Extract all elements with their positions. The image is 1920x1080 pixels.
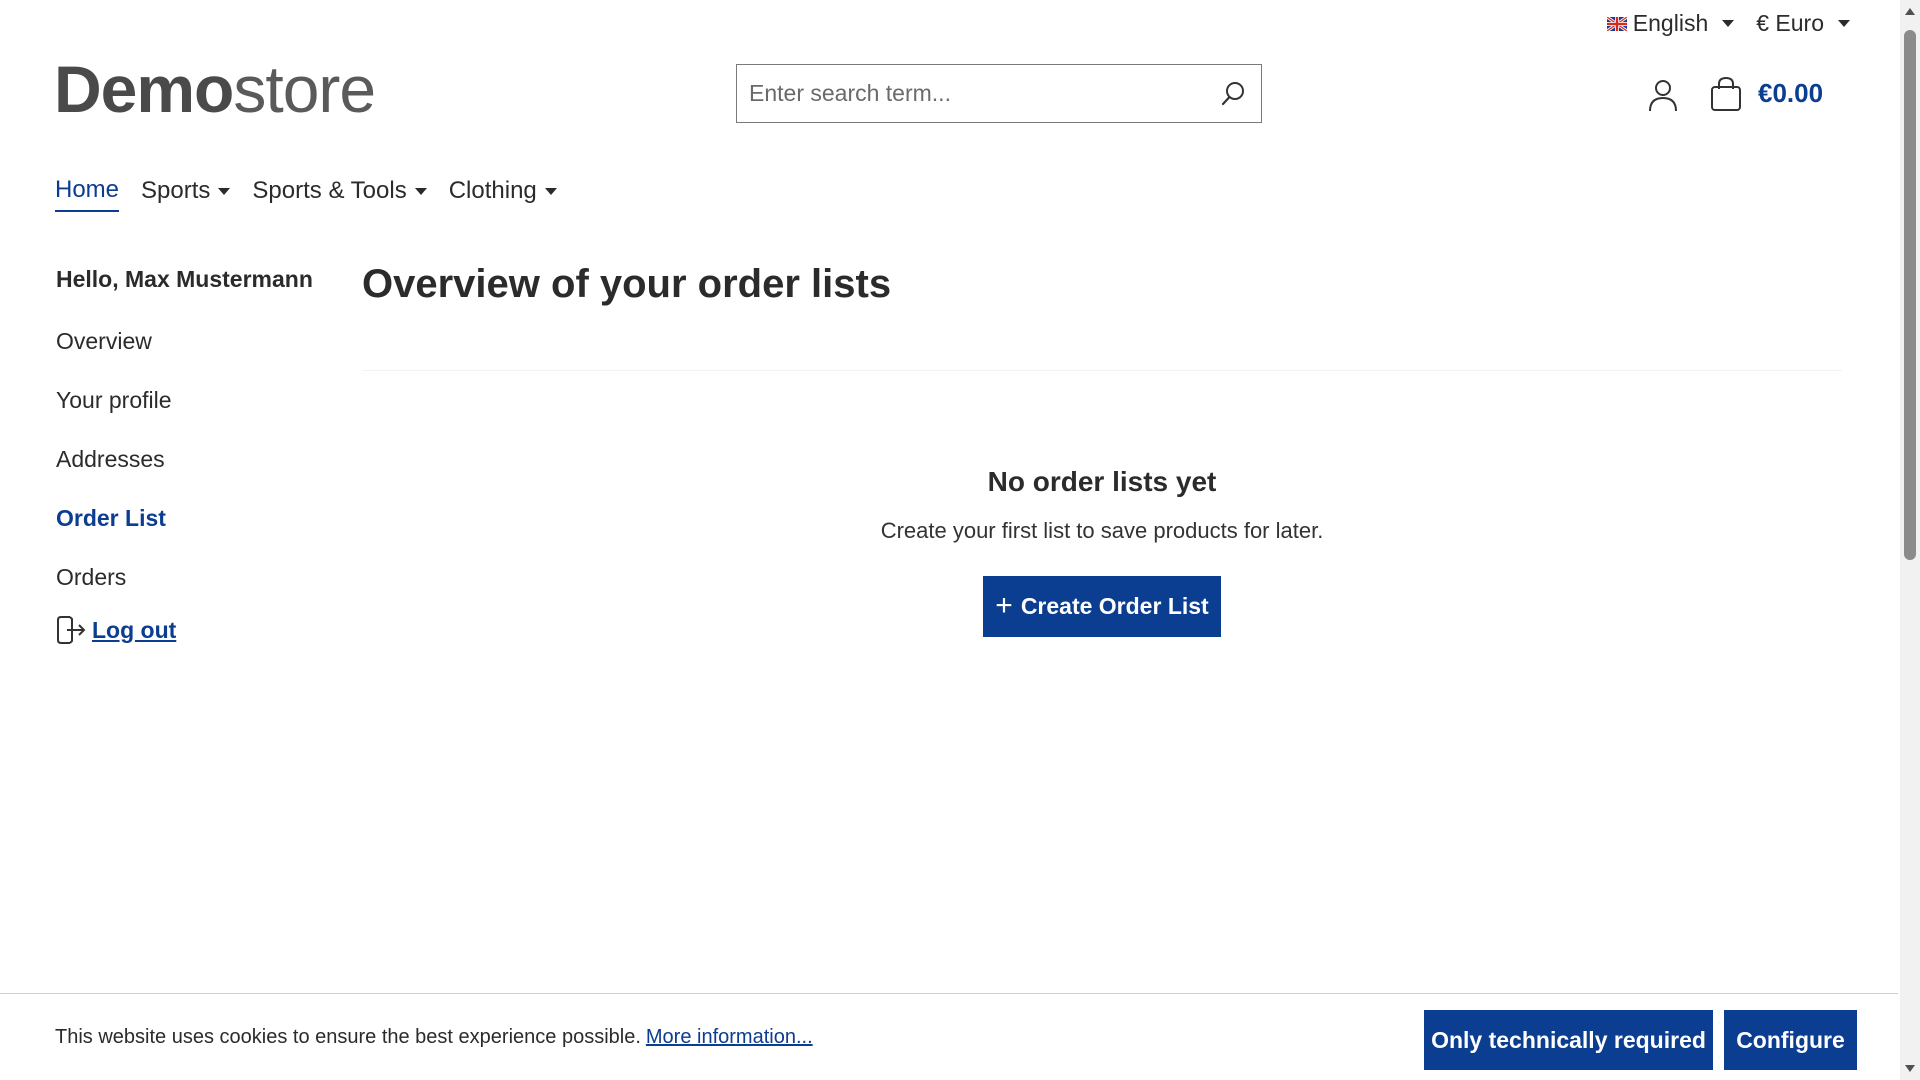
sidebar-item-profile[interactable]: Your profile — [56, 386, 316, 445]
store-logo[interactable]: Demostore — [54, 56, 376, 122]
search-input[interactable] — [737, 65, 1205, 122]
language-label: English — [1632, 10, 1709, 36]
chevron-down-icon — [218, 187, 231, 195]
plus-icon: + — [995, 588, 1013, 622]
chevron-down-icon — [544, 187, 557, 195]
nav-item-sports[interactable]: Sports — [141, 176, 231, 212]
sidebar-item-overview[interactable]: Overview — [56, 327, 316, 386]
search-icon — [1221, 81, 1244, 105]
chevron-down-icon — [1722, 20, 1735, 27]
main-navigation: Home Sports Sports & Tools Clothing — [55, 176, 557, 212]
chevron-down-icon — [414, 187, 427, 195]
nav-label: Home — [55, 176, 120, 203]
nav-label: Sports & Tools — [252, 177, 407, 204]
chevron-down-icon — [1838, 20, 1850, 27]
scroll-up-arrow-icon[interactable] — [1905, 8, 1915, 15]
search-form — [736, 64, 1262, 123]
logout-icon — [57, 616, 86, 644]
empty-state: No order lists yet Create your first lis… — [362, 466, 1842, 637]
search-button[interactable] — [1205, 65, 1261, 122]
account-icon[interactable] — [1648, 78, 1678, 112]
divider — [362, 370, 1842, 371]
nav-item-sports-tools[interactable]: Sports & Tools — [252, 176, 427, 212]
empty-state-text: Create your first list to save products … — [880, 518, 1324, 543]
sidebar-item-order-list[interactable]: Order List — [56, 504, 316, 563]
logo-light-text: store — [233, 52, 376, 126]
page-title: Overview of your order lists — [362, 262, 892, 306]
only-technically-required-button[interactable]: Only technically required — [1424, 1010, 1713, 1070]
nav-item-home[interactable]: Home — [55, 176, 120, 212]
logo-bold-text: Demo — [54, 52, 234, 126]
cookie-more-info-link[interactable]: More information... — [646, 1026, 813, 1048]
cookie-message: This website uses cookies to ensure the … — [55, 1026, 813, 1049]
cookie-message-text: This website uses cookies to ensure the … — [55, 1026, 641, 1048]
currency-label: € Euro — [1756, 10, 1824, 36]
nav-label: Sports — [141, 177, 211, 204]
create-order-list-button[interactable]: + Create Order List — [983, 576, 1221, 637]
sidebar-item-addresses[interactable]: Addresses — [56, 445, 316, 504]
currency-selector[interactable]: € Euro — [1756, 10, 1850, 37]
create-order-list-label: Create Order List — [1020, 593, 1209, 619]
account-greeting: Hello, Max Mustermann — [56, 266, 313, 292]
cart-total[interactable]: €0.00 — [1758, 78, 1823, 109]
uk-flag-icon — [1606, 16, 1627, 31]
cart-icon[interactable] — [1710, 76, 1742, 112]
configure-cookies-button[interactable]: Configure — [1724, 1010, 1857, 1070]
topbar: English € Euro — [1606, 10, 1850, 37]
scrollbar[interactable] — [1900, 0, 1920, 1080]
nav-label: Clothing — [448, 177, 537, 204]
nav-item-clothing[interactable]: Clothing — [449, 176, 557, 212]
scroll-down-arrow-icon[interactable] — [1905, 1065, 1915, 1072]
scrollbar-thumb[interactable] — [1904, 30, 1916, 560]
logout-label: Log out — [92, 616, 177, 643]
account-sidebar: Hello, Max Mustermann Overview Your prof… — [56, 266, 316, 646]
cookie-banner: This website uses cookies to ensure the … — [0, 993, 1898, 1080]
empty-state-title: No order lists yet — [987, 466, 1217, 497]
language-selector[interactable]: English — [1606, 10, 1735, 37]
logout-link[interactable]: Log out — [56, 614, 316, 646]
